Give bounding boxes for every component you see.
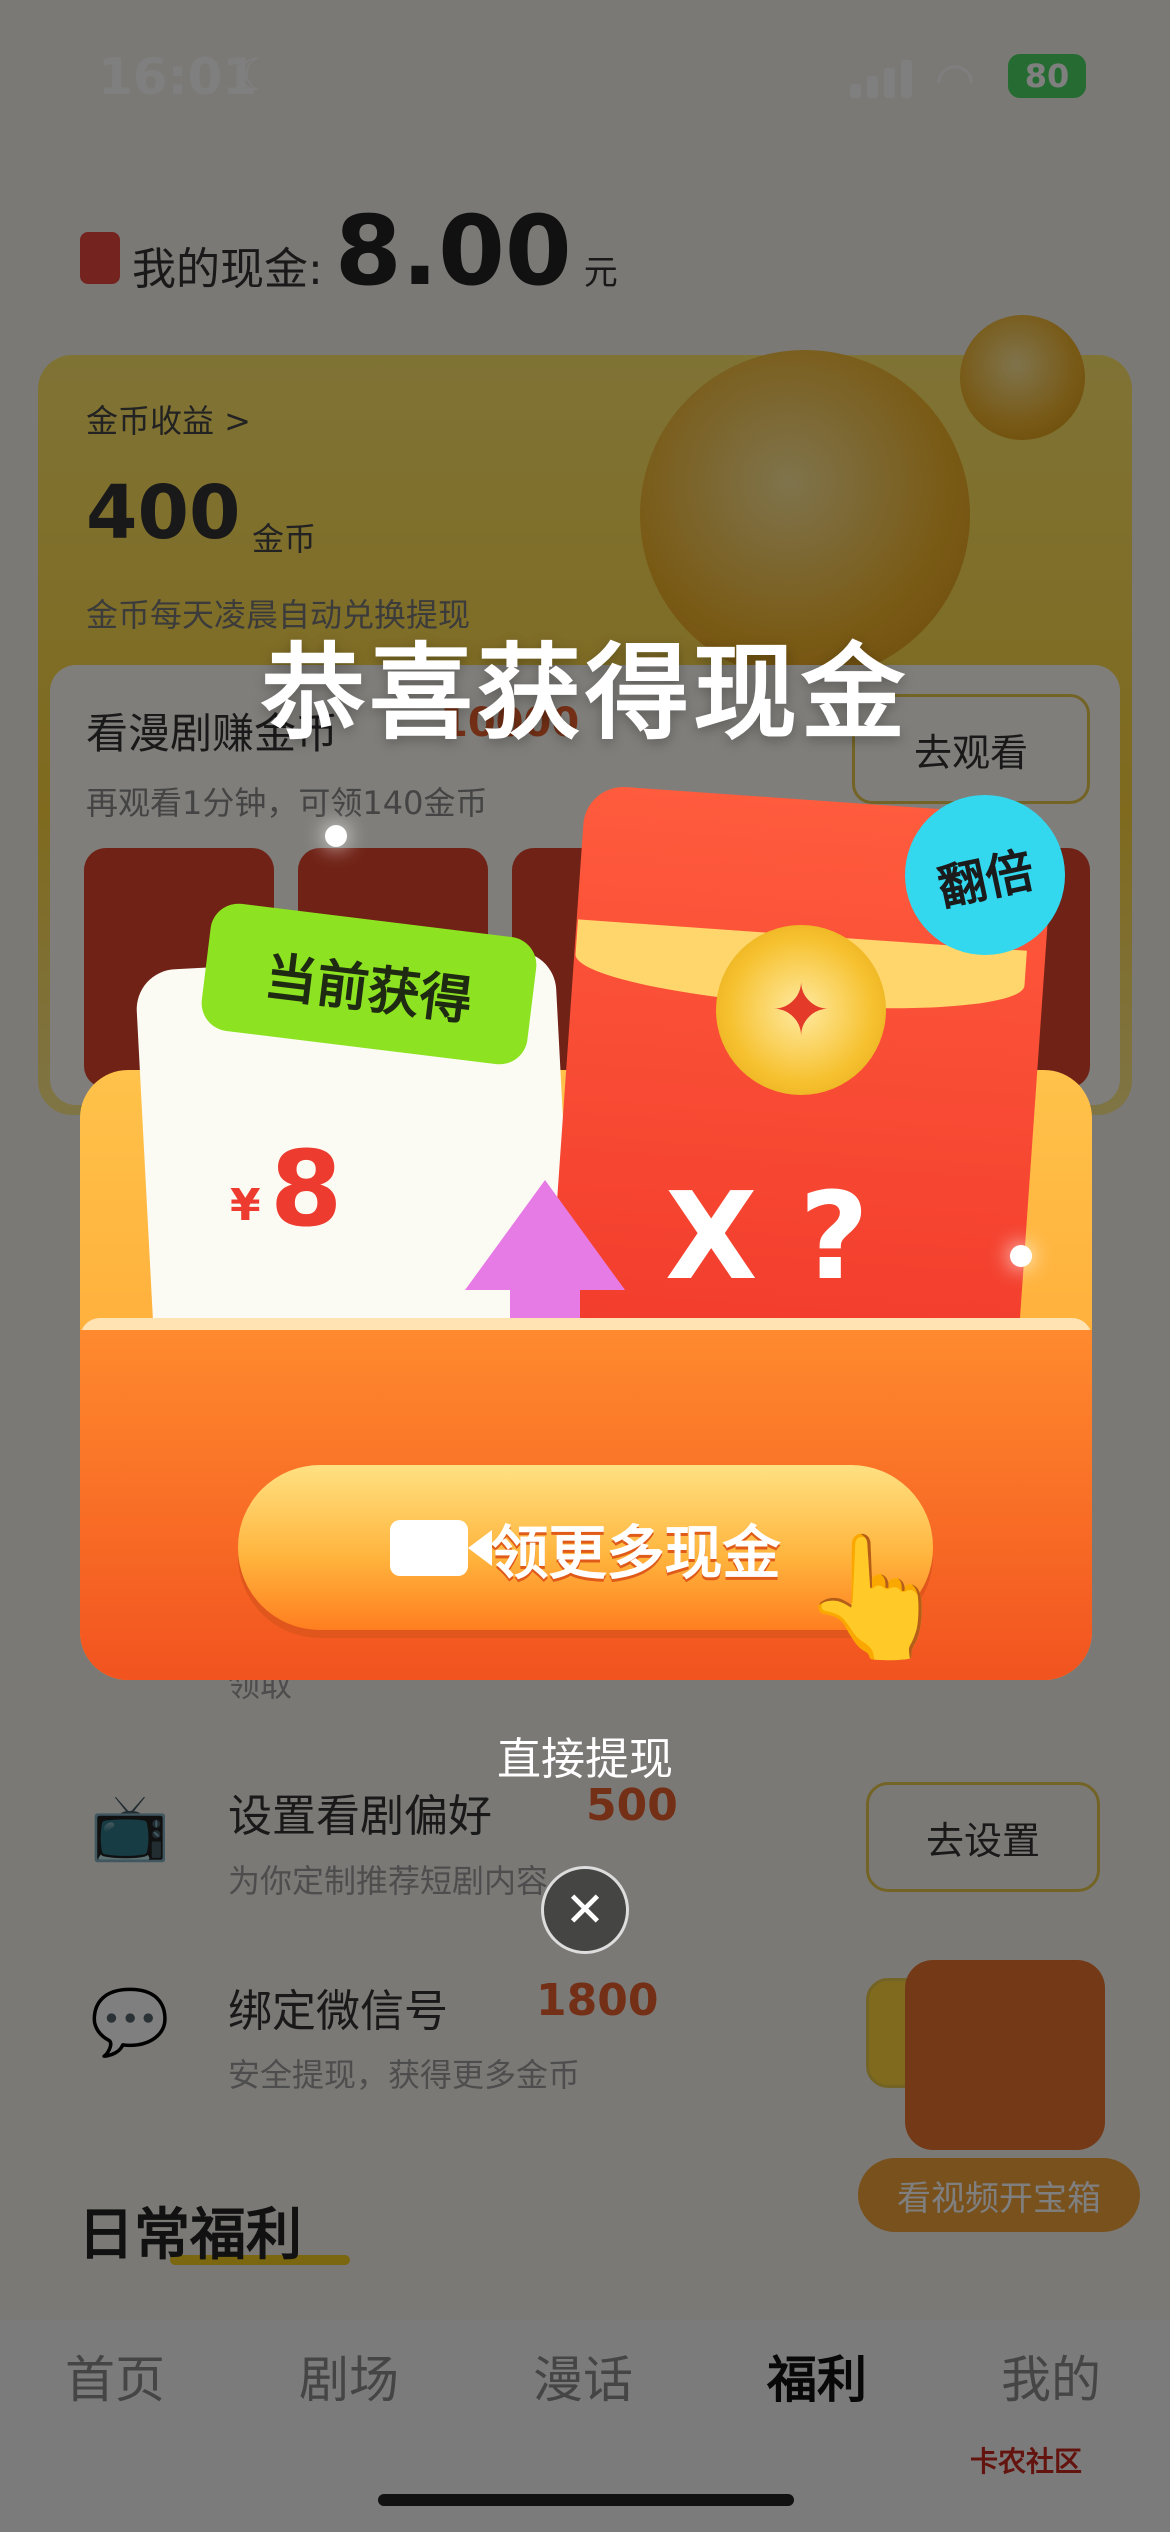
pointing-hand-icon: 👆 [800, 1528, 950, 1667]
yen-symbol: ¥ [230, 1180, 261, 1231]
modal-heading: 恭喜获得现金 [260, 632, 909, 754]
current-amount: 8 [270, 1128, 343, 1250]
cta-label: 领更多现金 [490, 1518, 781, 1587]
sparkle-icon [325, 825, 347, 847]
close-icon: ✕ [564, 1882, 606, 1938]
multiplier-text: X ? [665, 1168, 869, 1307]
home-indicator [378, 2494, 794, 2506]
envelope-coin-icon: ✦ [716, 925, 886, 1095]
arrow-up-icon [465, 1180, 625, 1290]
video-camera-icon [390, 1519, 493, 1576]
sparkle-icon [1010, 1245, 1032, 1267]
direct-withdraw-link[interactable]: 直接提现 [0, 1723, 1170, 1787]
close-button[interactable]: ✕ [541, 1866, 629, 1954]
